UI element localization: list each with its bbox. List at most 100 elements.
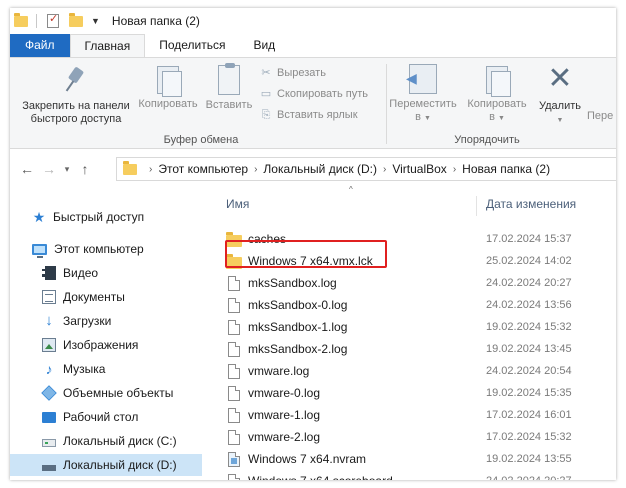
pictures-folder-icon bbox=[42, 338, 56, 352]
nav-music[interactable]: ♪ Музыка bbox=[10, 358, 202, 380]
nav-label: Этот компьютер bbox=[54, 242, 144, 256]
move-to-label-line2: в bbox=[415, 111, 421, 123]
nvram-file-icon bbox=[228, 452, 240, 467]
nav-drive-c[interactable]: Локальный диск (C:) bbox=[10, 430, 202, 452]
breadcrumb-current-folder[interactable]: Новая папка (2) bbox=[462, 162, 550, 176]
breadcrumb-chevron-icon[interactable]: › bbox=[254, 164, 257, 175]
downloads-folder-icon: ↓ bbox=[45, 312, 53, 329]
desktop-folder-icon bbox=[42, 411, 56, 423]
address-bar[interactable]: › Этот компьютер › Локальный диск (D:) ›… bbox=[116, 157, 616, 181]
file-name: Windows 7 x64.nvram bbox=[248, 452, 367, 466]
paste-button[interactable]: Вставить bbox=[202, 63, 256, 112]
file-icon bbox=[228, 276, 240, 291]
file-date: 24.02.2024 20:27 bbox=[486, 277, 572, 289]
nav-label: Локальный диск (D:) bbox=[63, 458, 177, 472]
file-icon bbox=[228, 474, 240, 480]
back-arrow-icon[interactable]: ← bbox=[16, 161, 38, 177]
window-title: Новая папка (2) bbox=[111, 14, 200, 28]
new-folder-icon[interactable] bbox=[69, 12, 83, 27]
file-row[interactable]: Windows 7 x64.scoreboard 24.02.2024 20:2… bbox=[214, 470, 616, 480]
up-arrow-icon[interactable]: ↑ bbox=[74, 161, 96, 177]
file-name: vmware.log bbox=[248, 364, 310, 378]
copy-to-button[interactable]: Копировать в ▼ bbox=[461, 64, 533, 125]
nav-pictures[interactable]: Изображения bbox=[10, 334, 202, 356]
pin-label-line1: Закрепить на панели bbox=[22, 100, 130, 112]
recent-locations-chevron-icon[interactable]: ▾ bbox=[60, 164, 74, 175]
nav-documents[interactable]: Документы bbox=[10, 286, 202, 308]
computer-icon bbox=[32, 243, 47, 258]
nav-downloads[interactable]: ↓ Загрузки bbox=[10, 310, 202, 332]
copy-to-icon bbox=[486, 66, 511, 97]
file-icon bbox=[228, 298, 240, 313]
file-date: 24.02.2024 20:54 bbox=[486, 365, 572, 377]
file-name: mksSandbox.log bbox=[248, 276, 337, 290]
file-date: 25.02.2024 14:02 bbox=[486, 255, 572, 267]
rename-label: Пере bbox=[587, 110, 614, 122]
copy-to-label-line2: в bbox=[489, 111, 495, 123]
file-row[interactable]: mksSandbox-0.log 24.02.2024 13:56 bbox=[214, 294, 616, 316]
rename-button[interactable]: Пере bbox=[587, 110, 616, 123]
folder-icon bbox=[123, 160, 137, 175]
nav-videos[interactable]: Видео bbox=[10, 262, 202, 284]
pin-to-quick-access-button[interactable]: Закрепить на панели быстрого доступа bbox=[14, 64, 138, 126]
delete-x-icon: ✕ bbox=[547, 62, 573, 95]
copy-path-button[interactable]: ▭ Скопировать путь bbox=[260, 85, 368, 103]
file-row[interactable]: vmware-1.log 17.02.2024 16:01 bbox=[214, 404, 616, 426]
paste-shortcut-icon: ⎘ bbox=[261, 109, 271, 121]
file-row[interactable]: vmware.log 24.02.2024 20:54 bbox=[214, 360, 616, 382]
chevron-down-icon: ▼ bbox=[423, 115, 431, 122]
tab-file[interactable]: Файл bbox=[10, 34, 70, 57]
column-separator[interactable] bbox=[476, 196, 477, 216]
tab-view[interactable]: Вид bbox=[239, 34, 289, 57]
file-row[interactable]: Windows 7 x64.nvram 19.02.2024 13:55 bbox=[214, 448, 616, 470]
nav-label: Изображения bbox=[63, 338, 139, 352]
breadcrumb-virtualbox[interactable]: VirtualBox bbox=[392, 162, 446, 176]
nav-drive-d[interactable]: Локальный диск (D:) bbox=[10, 454, 202, 476]
tab-home[interactable]: Главная bbox=[69, 34, 146, 57]
navigation-bar: ← → ▾ ↑ › Этот компьютер › Локальный дис… bbox=[10, 155, 616, 183]
explorer-window: ▼ Новая папка (2) Файл Главная Поделитьс… bbox=[10, 8, 616, 480]
nav-label: Документы bbox=[63, 290, 125, 304]
drive-d-icon bbox=[42, 465, 56, 471]
nav-label: Рабочий стол bbox=[63, 410, 139, 424]
file-date: 19.02.2024 15:32 bbox=[486, 321, 572, 333]
file-icon bbox=[228, 386, 240, 401]
file-row[interactable]: vmware-0.log 19.02.2024 15:35 bbox=[214, 382, 616, 404]
move-to-button[interactable]: Переместить в ▼ bbox=[387, 64, 459, 125]
paste-shortcut-button[interactable]: ⎘ Вставить ярлык bbox=[260, 106, 358, 124]
nav-desktop[interactable]: Рабочий стол bbox=[10, 406, 202, 428]
breadcrumb-chevron-icon[interactable]: › bbox=[383, 164, 386, 175]
file-date: 19.02.2024 13:55 bbox=[486, 453, 572, 465]
tab-share[interactable]: Поделиться bbox=[145, 34, 239, 57]
delete-label: Удалить bbox=[539, 100, 581, 112]
drive-c-icon bbox=[42, 439, 56, 447]
move-to-label-line1: Переместить bbox=[389, 98, 457, 110]
nav-3d-objects[interactable]: Объемные объекты bbox=[10, 382, 202, 404]
copy-label: Копировать bbox=[138, 98, 198, 110]
delete-button[interactable]: ✕ Удалить ▼ bbox=[535, 64, 585, 127]
properties-icon[interactable] bbox=[47, 12, 59, 28]
forward-arrow-icon[interactable]: → bbox=[38, 161, 60, 177]
customize-quick-access-chevron-icon[interactable]: ▼ bbox=[91, 16, 100, 26]
file-row[interactable]: mksSandbox.log 24.02.2024 20:27 bbox=[214, 272, 616, 294]
3d-objects-folder-icon bbox=[41, 385, 57, 401]
breadcrumb-chevron-icon[interactable]: › bbox=[149, 164, 152, 175]
quick-access-separator bbox=[36, 14, 37, 28]
file-row[interactable]: mksSandbox-2.log 19.02.2024 13:45 bbox=[214, 338, 616, 360]
file-row[interactable]: vmware-2.log 17.02.2024 15:32 bbox=[214, 426, 616, 448]
breadcrumb-chevron-icon[interactable]: › bbox=[453, 164, 456, 175]
breadcrumb-this-pc[interactable]: Этот компьютер bbox=[158, 162, 248, 176]
nav-this-pc[interactable]: Этот компьютер bbox=[10, 238, 202, 260]
file-date: 24.02.2024 13:56 bbox=[486, 299, 572, 311]
cut-button[interactable]: ✂ Вырезать bbox=[260, 64, 326, 82]
file-date: 19.02.2024 13:45 bbox=[486, 343, 572, 355]
breadcrumb-drive-d[interactable]: Локальный диск (D:) bbox=[263, 162, 377, 176]
copy-icon bbox=[157, 66, 182, 97]
column-header-name[interactable]: Имя bbox=[226, 192, 249, 216]
copy-button[interactable]: Копировать bbox=[134, 64, 202, 111]
file-icon bbox=[228, 364, 240, 379]
file-row[interactable]: mksSandbox-1.log 19.02.2024 15:32 bbox=[214, 316, 616, 338]
file-name: vmware-2.log bbox=[248, 430, 321, 444]
column-header-date[interactable]: Дата изменения bbox=[486, 192, 576, 216]
nav-quick-access[interactable]: ★ Быстрый доступ bbox=[10, 206, 202, 228]
